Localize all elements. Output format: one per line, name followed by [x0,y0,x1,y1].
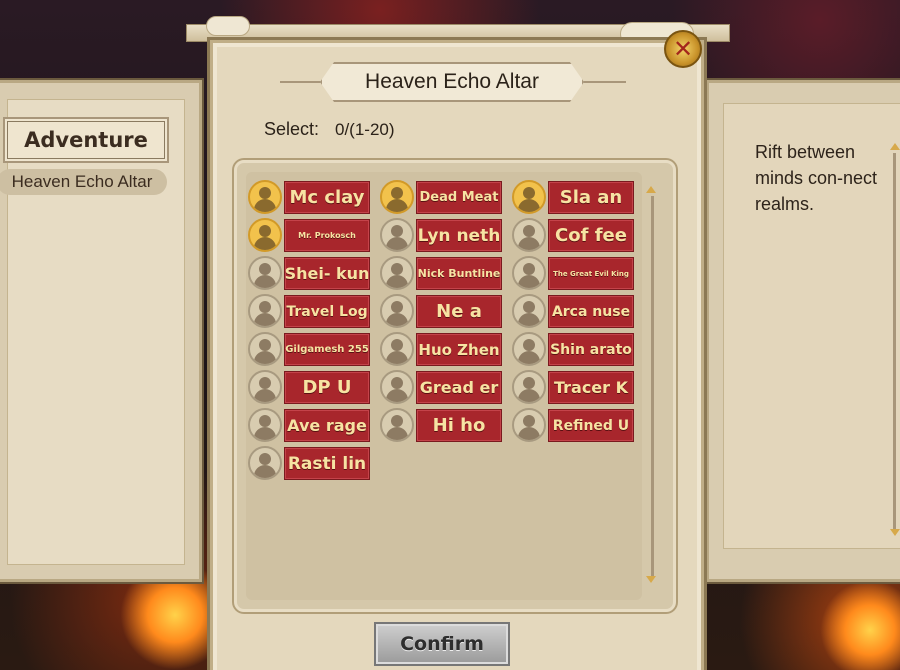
member-entry[interactable]: Nick Buntline [378,256,504,290]
avatar-icon [248,180,282,214]
member-name: Mc clay [284,181,370,214]
member-name: Shin arato [548,333,634,366]
member-name: Dead Meat [416,181,502,214]
select-label: Select: [264,119,320,139]
confirm-button[interactable]: Confirm [374,622,510,666]
avatar-icon [512,180,546,214]
member-entry[interactable]: Gread er [378,370,504,404]
close-button[interactable]: ✕ [664,30,702,68]
member-name: Shei- kun [284,257,370,290]
member-list: Mc clay Dead Meat Sla an Mr. Prokosch Lyn ne… [246,180,642,480]
member-entry[interactable]: Arca nuse [510,294,636,328]
avatar-icon [248,370,282,404]
description-scrollbar[interactable] [893,153,896,533]
avatar-icon [248,446,282,480]
member-entry[interactable]: Mr. Prokosch [246,218,372,252]
member-entry[interactable]: Mc clay [246,180,372,214]
member-name: Gilgamesh 255 [284,333,370,366]
member-entry[interactable]: Sla an [510,180,636,214]
avatar-icon [380,294,414,328]
scroll-down-icon[interactable] [646,576,656,583]
member-entry[interactable]: Shin arato [510,332,636,366]
member-entry[interactable]: Travel Log [246,294,372,328]
member-entry[interactable]: The Great Evil King [510,256,636,290]
scroll-up-icon[interactable] [890,143,900,150]
avatar-icon [512,294,546,328]
member-entry[interactable]: Ave rage [246,408,372,442]
avatar-icon [248,332,282,366]
select-count: 0/(1-20) [335,120,395,139]
adventure-panel: Adventure Heaven Echo Altar [0,80,202,582]
avatar-icon [248,218,282,252]
avatar-icon [248,256,282,290]
avatar-icon [248,294,282,328]
member-name: Travel Log [284,295,370,328]
member-entry[interactable]: Tracer K [510,370,636,404]
member-list-scrollbar[interactable] [651,196,654,576]
avatar-icon [512,218,546,252]
member-name: Ave rage [284,409,370,442]
member-name: Tracer K [548,371,634,404]
scroll-up-icon[interactable] [646,186,656,193]
avatar-icon [512,370,546,404]
member-entry[interactable]: Huo Zhen [378,332,504,366]
member-name: Hi ho [416,409,502,442]
member-name: Cof fee [548,219,634,252]
avatar-icon [380,218,414,252]
avatar-icon [380,408,414,442]
member-entry[interactable]: Hi ho [378,408,504,442]
member-name: Ne a [416,295,502,328]
member-name: Rasti lin [284,447,370,480]
cloud-ornament-left [206,16,250,36]
member-entry[interactable]: Ne a [378,294,504,328]
member-name: Mr. Prokosch [284,219,370,252]
member-entry[interactable]: Refined U [510,408,636,442]
avatar-icon [512,332,546,366]
avatar-icon [512,256,546,290]
member-entry[interactable]: Gilgamesh 255 [246,332,372,366]
fire-effect-right [820,580,900,670]
description-panel: Rift between minds con-nect realms. [706,80,900,582]
member-name: Gread er [416,371,502,404]
member-name: The Great Evil King [548,257,634,290]
member-entry[interactable]: Lyn neth [378,218,504,252]
member-name: Nick Buntline [416,257,502,290]
member-name: Huo Zhen [416,333,502,366]
scroll-down-icon[interactable] [890,529,900,536]
avatar-icon [380,370,414,404]
avatar-icon [512,408,546,442]
avatar-icon [380,332,414,366]
sidebar-item-heaven-echo-altar[interactable]: Heaven Echo Altar [0,169,167,195]
avatar-icon [248,408,282,442]
member-entry[interactable]: Shei- kun [246,256,372,290]
member-name: Refined U [548,409,634,442]
member-entry[interactable]: Rasti lin [246,446,372,480]
adventure-title: Adventure [3,117,169,163]
close-icon: ✕ [672,35,694,63]
avatar-icon [380,180,414,214]
member-name: DP U [284,371,370,404]
dialog-title: Heaven Echo Altar [320,62,584,102]
member-name: Arca nuse [548,295,634,328]
member-entry[interactable]: Cof fee [510,218,636,252]
member-entry[interactable]: DP U [246,370,372,404]
member-name: Lyn neth [416,219,502,252]
avatar-icon [380,256,414,290]
altar-description: Rift between minds con-nect realms. [755,142,878,214]
member-entry[interactable]: Dead Meat [378,180,504,214]
member-name: Sla an [548,181,634,214]
